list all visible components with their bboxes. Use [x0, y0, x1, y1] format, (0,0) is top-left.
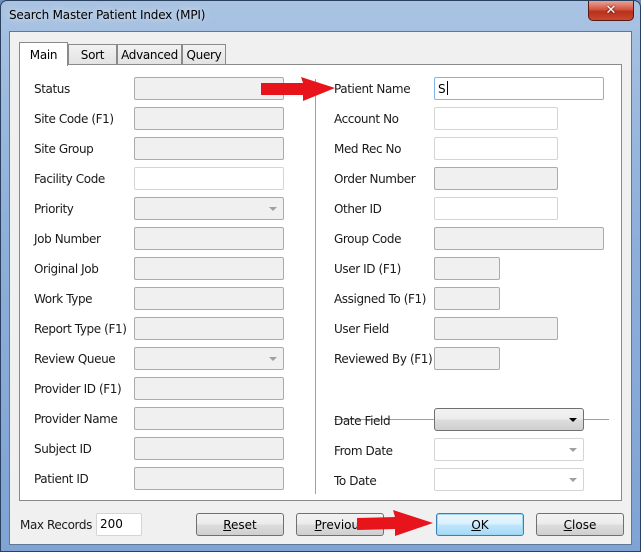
- user-field-field[interactable]: [434, 317, 558, 340]
- tab-advanced-label: Advanced: [121, 47, 178, 62]
- site-group-label: Site Group: [34, 142, 94, 156]
- provider-name-label: Provider Name: [34, 412, 118, 426]
- user-field-label: User Field: [334, 322, 389, 336]
- ok-button[interactable]: OK: [436, 513, 524, 536]
- group-code-label: Group Code: [334, 232, 402, 246]
- reviewed-by-label: Reviewed By (F1): [334, 352, 433, 366]
- med-rec-no-label: Med Rec No: [334, 142, 402, 156]
- subject-id-field[interactable]: [134, 437, 284, 460]
- site-group-field[interactable]: [134, 137, 284, 160]
- tab-sort[interactable]: Sort: [68, 44, 117, 64]
- reset-button[interactable]: Reset: [196, 513, 284, 536]
- site-code-label: Site Code (F1): [34, 112, 114, 126]
- other-id-label: Other ID: [334, 202, 382, 216]
- patient-id-field[interactable]: [134, 467, 284, 490]
- review-queue-dropdown[interactable]: [134, 347, 284, 370]
- original-job-field[interactable]: [134, 257, 284, 280]
- assigned-to-field[interactable]: [434, 287, 500, 310]
- column-divider: [315, 79, 316, 494]
- text-caret: [446, 81, 448, 95]
- chevron-down-icon: [569, 478, 577, 482]
- close-x-icon: ✕: [605, 3, 617, 18]
- priority-label: Priority: [34, 202, 74, 216]
- tab-query[interactable]: Query: [182, 44, 226, 64]
- reset-button-label: Reset: [223, 517, 257, 532]
- account-no-label: Account No: [334, 112, 399, 126]
- site-code-field[interactable]: [134, 107, 284, 130]
- chevron-down-icon: [269, 357, 277, 361]
- date-field-label: Date Field: [334, 414, 391, 428]
- job-number-field[interactable]: [134, 227, 284, 250]
- review-queue-label: Review Queue: [34, 352, 116, 366]
- window-title: Search Master Patient Index (MPI): [9, 8, 206, 22]
- patient-name-label: Patient Name: [334, 82, 411, 96]
- provider-id-field[interactable]: [134, 377, 284, 400]
- priority-dropdown[interactable]: [134, 197, 284, 220]
- original-job-label: Original Job: [34, 262, 99, 276]
- max-records-label: Max Records: [20, 518, 92, 532]
- max-records-input[interactable]: 200: [96, 513, 142, 536]
- report-type-field[interactable]: [134, 317, 284, 340]
- main-tab-panel: Status Site Code (F1) Site Group Facilit…: [19, 64, 622, 501]
- provider-id-label: Provider ID (F1): [34, 382, 122, 396]
- chevron-down-icon: [569, 448, 577, 452]
- from-date-picker[interactable]: [434, 438, 584, 461]
- red-arrow-annotation-patient-name: [261, 77, 335, 101]
- close-window-button[interactable]: ✕: [588, 1, 634, 21]
- user-id-label: User ID (F1): [334, 262, 401, 276]
- to-date-label: To Date: [334, 474, 377, 488]
- account-no-input[interactable]: [434, 107, 558, 130]
- reviewed-by-field[interactable]: [434, 347, 500, 370]
- report-type-label: Report Type (F1): [34, 322, 127, 336]
- max-records-value: 200: [100, 517, 123, 531]
- red-arrow-annotation-ok: [357, 510, 433, 536]
- med-rec-no-input[interactable]: [434, 137, 558, 160]
- facility-code-label: Facility Code: [34, 172, 105, 186]
- patient-name-value: S: [438, 82, 446, 96]
- user-id-field[interactable]: [434, 257, 500, 280]
- job-number-label: Job Number: [34, 232, 101, 246]
- tab-main[interactable]: Main: [19, 42, 68, 66]
- tab-advanced[interactable]: Advanced: [117, 44, 182, 64]
- dialog-window: Search Master Patient Index (MPI) ✕ Main…: [0, 0, 641, 552]
- facility-code-input[interactable]: [134, 167, 284, 190]
- from-date-label: From Date: [334, 444, 393, 458]
- date-field-dropdown[interactable]: [434, 408, 584, 431]
- close-button[interactable]: Close: [536, 513, 624, 536]
- subject-id-label: Subject ID: [34, 442, 92, 456]
- order-number-field[interactable]: [434, 167, 558, 190]
- chevron-down-icon: [269, 207, 277, 211]
- dialog-client-area: Main Sort Advanced Query Status Site Cod…: [9, 31, 632, 545]
- provider-name-field[interactable]: [134, 407, 284, 430]
- patient-name-input[interactable]: S: [434, 77, 604, 100]
- patient-id-label: Patient ID: [34, 472, 89, 486]
- close-button-label: Close: [563, 517, 597, 532]
- order-number-label: Order Number: [334, 172, 416, 186]
- title-bar[interactable]: Search Master Patient Index (MPI) ✕: [1, 1, 640, 31]
- assigned-to-label: Assigned To (F1): [334, 292, 427, 306]
- ok-button-label: OK: [471, 517, 489, 532]
- other-id-input[interactable]: [434, 197, 558, 220]
- tab-query-label: Query: [186, 47, 222, 62]
- chevron-down-icon: [569, 418, 577, 422]
- work-type-field[interactable]: [134, 287, 284, 310]
- work-type-label: Work Type: [34, 292, 93, 306]
- tab-main-label: Main: [29, 47, 58, 62]
- status-label: Status: [34, 82, 70, 96]
- group-code-field[interactable]: [434, 227, 604, 250]
- to-date-picker[interactable]: [434, 468, 584, 491]
- tab-sort-label: Sort: [80, 47, 105, 62]
